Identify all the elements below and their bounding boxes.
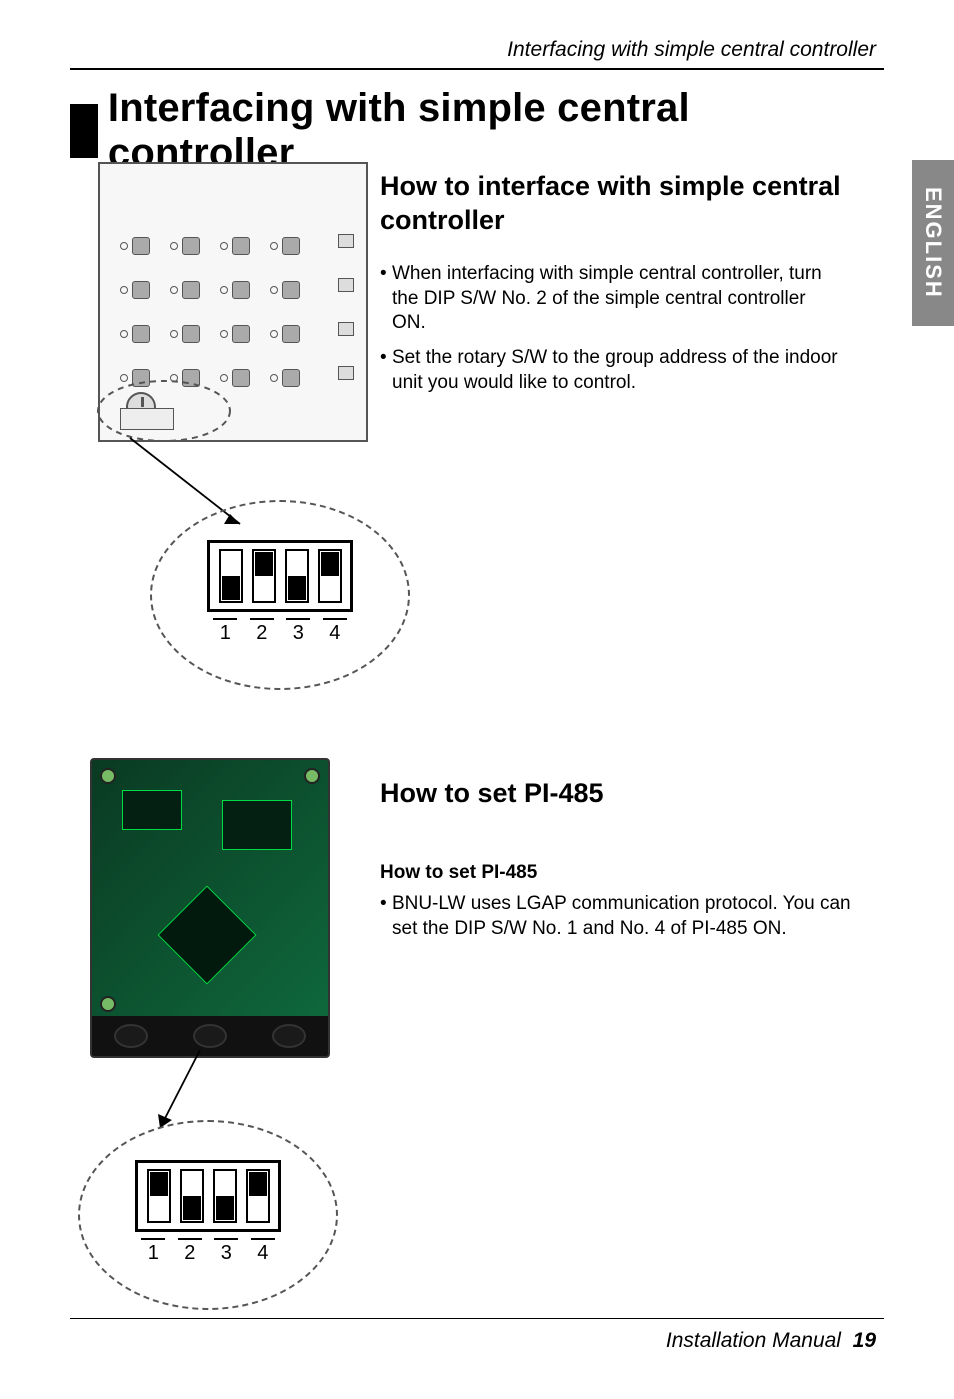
pi485-board-illustration	[90, 758, 330, 1058]
language-tab: ENGLISH	[912, 160, 954, 326]
dip-label: 2	[178, 1238, 202, 1265]
section2-bullet: • BNU-LW uses LGAP communication protoco…	[380, 892, 864, 941]
footer-text: Installation Manual	[666, 1329, 841, 1352]
footer: Installation Manual 19	[666, 1329, 876, 1353]
dip-label: 1	[141, 1238, 165, 1265]
dip-sw-1	[147, 1169, 171, 1223]
section1-heading: How to interface with simple central con…	[380, 170, 844, 238]
dip-sw-4	[246, 1169, 270, 1223]
dip-callout-1: 1 2 3 4	[150, 500, 410, 690]
dip-label: 3	[286, 618, 310, 645]
dip-sw-3	[213, 1169, 237, 1223]
dip-sw-4	[318, 549, 342, 603]
section1-bullet-text: When interfacing with simple central con…	[392, 263, 822, 333]
dip-label: 3	[214, 1238, 238, 1265]
dip-callout-2: 1 2 3 4	[78, 1120, 338, 1310]
section2-body: • BNU-LW uses LGAP communication protoco…	[380, 892, 864, 941]
dip-switch-diagram-2	[135, 1160, 281, 1232]
title-ornament	[70, 104, 98, 158]
dip-sw-1	[219, 549, 243, 603]
dip-sw-3	[285, 549, 309, 603]
section1-body: • When interfacing with simple central c…	[380, 262, 844, 405]
section2-bullet-text: BNU-LW uses LGAP communication protocol.…	[392, 893, 851, 939]
dip-switch-diagram-1	[207, 540, 353, 612]
dip-label: 2	[250, 618, 274, 645]
section1-bullet: • When interfacing with simple central c…	[380, 262, 844, 336]
rule-bottom	[70, 1318, 884, 1320]
section1-bullet-text: Set the rotary S/W to the group address …	[392, 347, 838, 393]
callout-highlight-1	[94, 376, 254, 446]
dip-label: 4	[251, 1238, 275, 1265]
language-tab-label: ENGLISH	[920, 187, 946, 299]
footer-page: 19	[853, 1329, 876, 1352]
dip-sw-2	[252, 549, 276, 603]
running-head: Interfacing with simple central controll…	[507, 38, 876, 62]
section2-subheading: How to set PI-485	[380, 862, 537, 884]
section2-heading: How to set PI-485	[380, 778, 604, 809]
dip-sw-2	[180, 1169, 204, 1223]
dip-label: 1	[213, 618, 237, 645]
central-controller-illustration	[98, 162, 368, 442]
section1-bullet: • Set the rotary S/W to the group addres…	[380, 346, 844, 395]
dip-label: 4	[323, 618, 347, 645]
rule-top	[70, 68, 884, 70]
